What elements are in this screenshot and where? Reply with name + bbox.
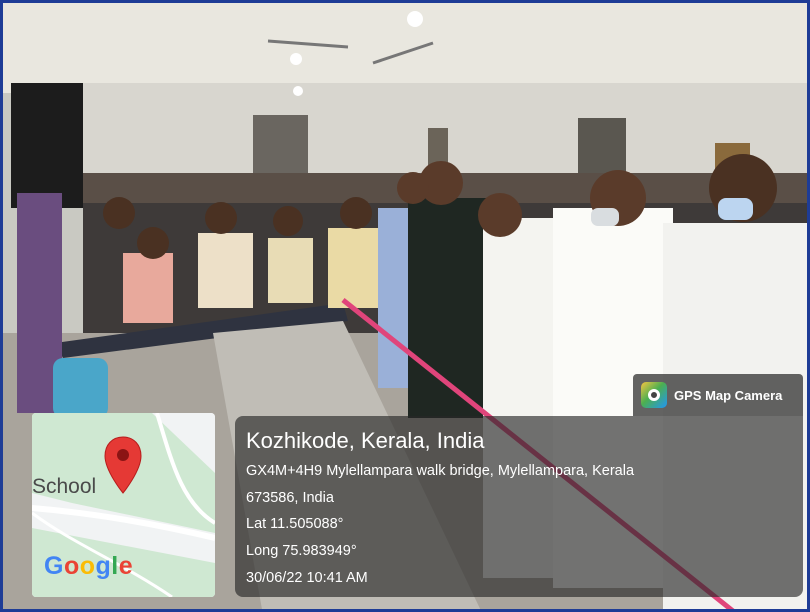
ceiling [3,3,807,93]
google-logo: Google [44,552,134,580]
mini-map: School Google [32,413,215,597]
location-title: Kozhikode, Kerala, India [246,428,485,453]
window [578,118,626,178]
photo-frame: GPS Map Camera Kozhikode, Kerala, India … [0,0,810,612]
address-line-1: GX4M+4H9 Mylellampara walk bridge, Mylel… [246,463,635,479]
latitude: Lat 11.505088° [246,516,344,532]
gps-camera-badge: GPS Map Camera [633,374,803,416]
person [198,233,253,308]
map-place-label: School [32,475,97,498]
chair [53,358,108,418]
location-info-panel: Kozhikode, Kerala, India GX4M+4H9 Mylell… [235,416,803,597]
person [268,238,313,303]
app-badge-label: GPS Map Camera [674,387,783,403]
longitude: Long 75.983949° [246,543,357,559]
datetime: 30/06/22 10:41 AM [246,570,368,586]
person [328,228,380,308]
address-line-2: 673586, India [246,490,334,506]
camera-app-icon [641,382,667,408]
speaker [11,83,83,208]
person [123,253,173,323]
map-pin-icon [104,436,142,494]
